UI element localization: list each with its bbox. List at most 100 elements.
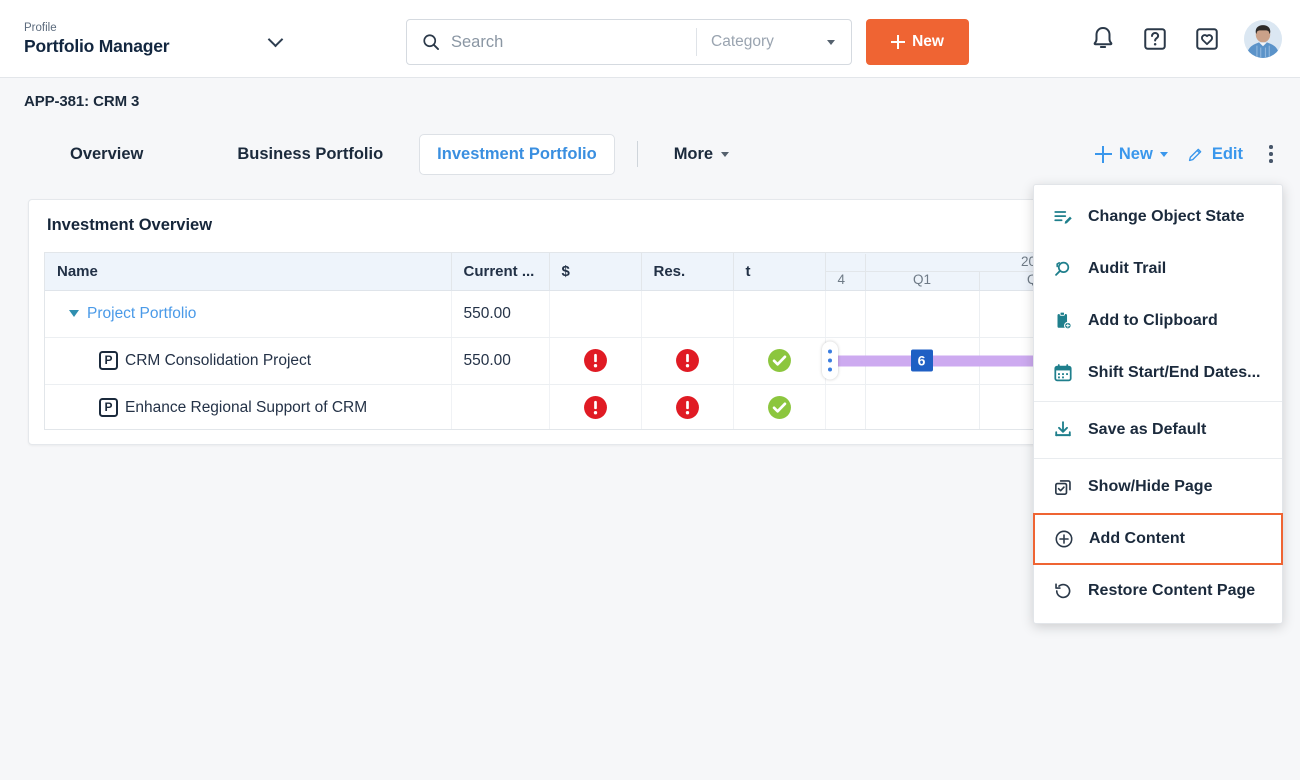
cell-t (733, 290, 825, 337)
alert-red-icon (583, 395, 608, 420)
gantt-drag-handle[interactable] (822, 342, 838, 380)
menu-divider (1034, 401, 1282, 402)
cell-current: 550.00 (451, 337, 549, 384)
cell-dollar (549, 384, 641, 430)
new-button-label: New (912, 33, 944, 51)
cell-dollar (549, 290, 641, 337)
cell-t (733, 337, 825, 384)
avatar[interactable] (1244, 20, 1282, 58)
project-badge-icon: P (99, 398, 118, 417)
menu-divider (1034, 458, 1282, 459)
search-bar[interactable]: Search Category (406, 19, 852, 65)
category-dropdown[interactable]: Category (697, 20, 851, 64)
show-hide-icon (1052, 476, 1074, 498)
cell-dollar (549, 337, 641, 384)
menu-item-audit-trail[interactable]: Audit Trail (1034, 243, 1282, 295)
gantt-quarter-q1: Q1 (866, 272, 980, 290)
check-green-icon (767, 395, 792, 420)
cell-res (641, 384, 733, 430)
cell-res (641, 290, 733, 337)
audit-trail-icon (1052, 258, 1074, 280)
menu-item-label: Show/Hide Page (1088, 478, 1212, 496)
calendar-icon (1052, 362, 1074, 384)
plus-circle-icon (1053, 528, 1075, 550)
tab-investment-portfolio[interactable]: Investment Portfolio (419, 134, 615, 175)
column-header-t[interactable]: t (733, 253, 825, 290)
column-header-dollar[interactable]: $ (549, 253, 641, 290)
context-menu: Change Object State Audit Trail Add to C… (1033, 184, 1283, 624)
alert-red-icon (675, 395, 700, 420)
tab-divider (637, 141, 638, 167)
caret-down-icon (1160, 152, 1168, 157)
tab-overview[interactable]: Overview (56, 136, 157, 173)
menu-item-label: Save as Default (1088, 421, 1206, 439)
profile-selector[interactable]: Profile Portfolio Manager (24, 21, 294, 57)
column-header-res[interactable]: Res. (641, 253, 733, 290)
plus-icon (1095, 146, 1112, 163)
restore-icon (1052, 580, 1074, 602)
page-edit-button[interactable]: Edit (1177, 139, 1252, 170)
page-edit-label: Edit (1212, 145, 1243, 164)
profile-value: Portfolio Manager (24, 35, 268, 57)
menu-item-show-hide-page[interactable]: Show/Hide Page (1034, 461, 1282, 513)
pencil-icon (1186, 145, 1205, 164)
more-options-icon[interactable] (1258, 139, 1284, 169)
alert-red-icon (583, 348, 608, 373)
search-input[interactable]: Search (451, 33, 696, 52)
menu-item-add-to-clipboard[interactable]: Add to Clipboard (1034, 295, 1282, 347)
new-button[interactable]: New (866, 19, 969, 65)
caret-down-icon (827, 40, 835, 45)
cell-t (733, 384, 825, 430)
change-state-icon (1052, 206, 1074, 228)
menu-item-label: Change Object State (1088, 208, 1244, 226)
column-header-current[interactable]: Current ... (451, 253, 549, 290)
project-badge-icon: P (99, 351, 118, 370)
menu-item-save-as-default[interactable]: Save as Default (1034, 404, 1282, 456)
profile-label: Profile (24, 21, 268, 35)
gantt-quarter-partial: 4 (826, 272, 866, 290)
avatar-image (1244, 20, 1282, 58)
menu-item-label: Restore Content Page (1088, 582, 1255, 600)
bell-icon[interactable] (1088, 24, 1118, 54)
cell-name: P CRM Consolidation Project (45, 337, 451, 384)
expand-collapse-triangle-icon[interactable] (69, 310, 79, 317)
gantt-bar-badge[interactable]: 6 (911, 350, 933, 372)
cell-current (451, 384, 549, 430)
plus-icon (891, 35, 905, 49)
category-label: Category (711, 33, 827, 51)
tab-more-label: More (674, 145, 713, 164)
cell-current: 550.00 (451, 290, 549, 337)
help-icon[interactable] (1140, 24, 1170, 54)
profile-texts: Profile Portfolio Manager (24, 21, 268, 57)
cell-name: Project Portfolio (45, 290, 451, 337)
bookmark-icon[interactable] (1192, 24, 1222, 54)
menu-item-restore-content-page[interactable]: Restore Content Page (1034, 565, 1282, 617)
menu-item-label: Shift Start/End Dates... (1088, 364, 1260, 382)
cell-name: P Enhance Regional Support of CRM (45, 384, 451, 430)
page-actions: New Edit (1086, 125, 1284, 183)
menu-item-label: Add to Clipboard (1088, 312, 1218, 330)
search-icon (421, 32, 441, 52)
page-new-button[interactable]: New (1086, 139, 1177, 170)
tab-business-portfolio[interactable]: Business Portfolio (223, 136, 397, 173)
page-new-label: New (1119, 145, 1153, 164)
row-name[interactable]: CRM Consolidation Project (125, 352, 311, 370)
row-name[interactable]: Enhance Regional Support of CRM (125, 399, 367, 417)
menu-item-label: Add Content (1089, 530, 1185, 548)
chevron-down-icon[interactable] (268, 31, 284, 47)
menu-item-shift-start-end-dates[interactable]: Shift Start/End Dates... (1034, 347, 1282, 399)
menu-item-label: Audit Trail (1088, 260, 1166, 278)
column-header-name[interactable]: Name (45, 253, 451, 290)
alert-red-icon (675, 348, 700, 373)
tab-more[interactable]: More (660, 136, 743, 173)
row-name-link[interactable]: Project Portfolio (87, 305, 196, 323)
clipboard-icon (1052, 310, 1074, 332)
top-bar: Profile Portfolio Manager Search Categor… (0, 0, 1300, 78)
save-icon (1052, 419, 1074, 441)
menu-item-change-object-state[interactable]: Change Object State (1034, 191, 1282, 243)
breadcrumb[interactable]: APP-381: CRM 3 (24, 93, 139, 110)
check-green-icon (767, 348, 792, 373)
caret-down-icon (721, 152, 729, 157)
top-bar-icons (1088, 0, 1282, 78)
menu-item-add-content[interactable]: Add Content (1033, 513, 1283, 565)
